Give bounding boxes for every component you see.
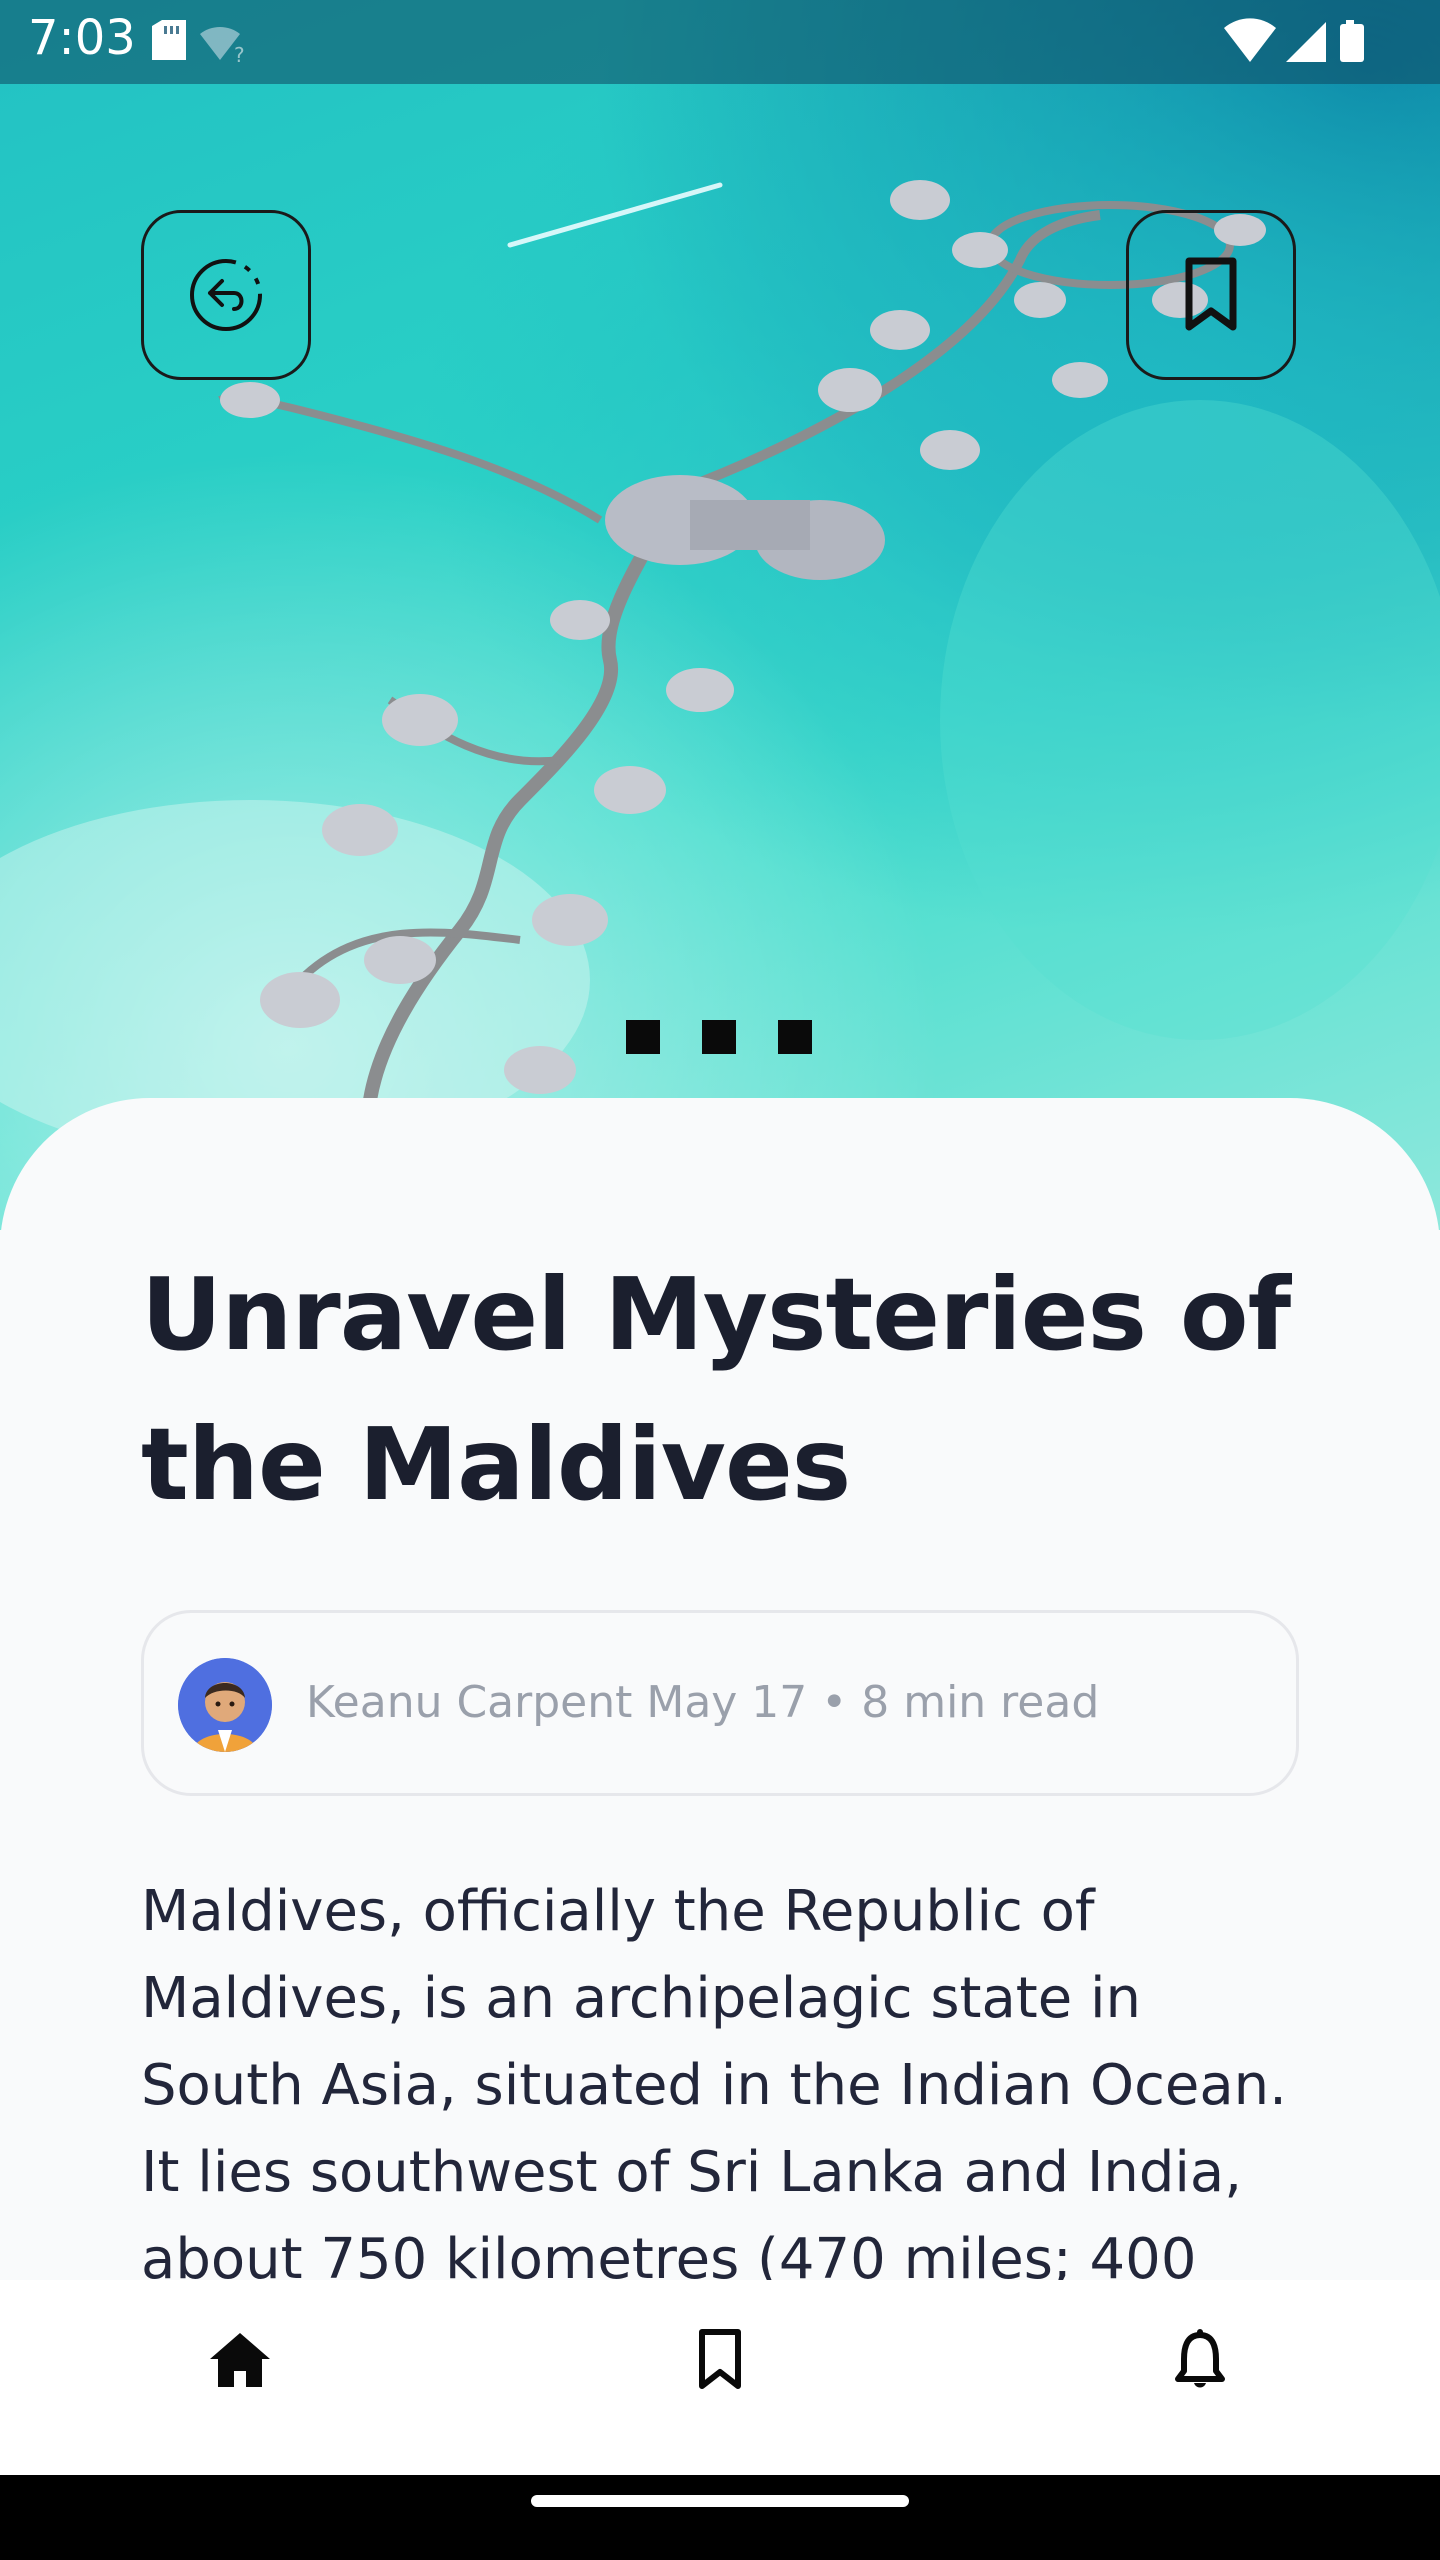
author-card[interactable]: Keanu Carpent May 17 • 8 min read <box>141 1610 1299 1796</box>
avatar <box>178 1658 272 1752</box>
back-button[interactable] <box>141 210 311 380</box>
status-right-icons <box>1222 18 1382 70</box>
status-bar: 7:03 ? <box>0 0 1440 84</box>
article-body: Maldives, officially the Republic of Mal… <box>141 1879 1287 2292</box>
wifi-unknown-icon: ? <box>200 26 245 67</box>
bookmark-icon <box>699 2329 741 2389</box>
home-gesture-handle[interactable] <box>531 2495 909 2507</box>
bookmark-icon <box>1185 257 1237 331</box>
bell-icon <box>1175 2329 1225 2388</box>
nav-notifications[interactable] <box>1160 2320 1240 2400</box>
home-icon <box>210 2333 270 2387</box>
carousel-dot[interactable] <box>702 1020 736 1054</box>
gesture-bar <box>0 2475 1440 2560</box>
article-title: Unravel Mysteries of the Maldives <box>141 1256 1291 1523</box>
carousel-dot[interactable] <box>778 1020 812 1054</box>
battery-icon <box>1340 20 1364 62</box>
carousel-indicator <box>626 1020 812 1054</box>
wifi-icon <box>1224 18 1276 62</box>
bottom-nav <box>0 2280 1440 2475</box>
svg-text:?: ? <box>234 43 245 64</box>
nav-home[interactable] <box>200 2320 280 2400</box>
signal-icon <box>1286 22 1326 62</box>
nav-saved[interactable] <box>680 2320 760 2400</box>
back-arrow-icon <box>190 259 262 331</box>
bookmark-button[interactable] <box>1126 210 1296 380</box>
carousel-dot[interactable] <box>626 1020 660 1054</box>
status-left-icons: ? <box>150 20 250 68</box>
author-meta: Keanu Carpent May 17 • 8 min read <box>306 1677 1100 1728</box>
sd-card-icon <box>152 20 186 60</box>
status-time: 7:03 <box>28 10 136 66</box>
